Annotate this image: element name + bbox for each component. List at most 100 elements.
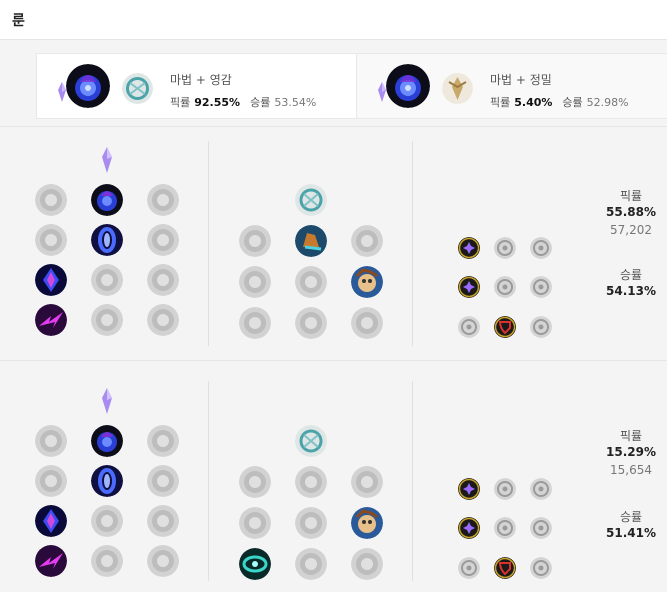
game-count: 15,654	[610, 463, 652, 477]
grey-phase-rush-icon	[147, 184, 179, 216]
grey-summon-aery-icon	[35, 425, 67, 457]
grey-waterwalking-icon	[91, 545, 123, 577]
grey-jack-of-all-trades-icon	[351, 548, 383, 580]
hextech-flashtraption-icon	[239, 548, 271, 580]
grey-time-warp-tonic-icon	[295, 266, 327, 298]
grey-hextech-flashtraption-icon	[239, 466, 271, 498]
cosmic-insight-icon	[351, 507, 383, 539]
win-rate-block: 승률 51.41%	[586, 508, 667, 540]
grey-biscuit-delivery-icon	[239, 307, 271, 339]
armor-shard-icon-active	[494, 557, 516, 579]
inspiration-path-icon	[122, 73, 153, 104]
pick-value: 5.40%	[514, 96, 553, 109]
column-divider	[412, 381, 413, 581]
adaptive-shard-icon	[458, 478, 480, 500]
grey-approach-velocity-icon	[295, 307, 327, 339]
attack-speed-shard-icon	[494, 478, 516, 500]
attack-speed-shard-icon	[494, 237, 516, 259]
tab-name: 마법 + 영감	[170, 73, 232, 87]
health-shard-icon	[458, 316, 480, 338]
grey-jack-of-all-trades-icon	[351, 307, 383, 339]
section-divider	[0, 360, 667, 361]
grey-nimbus-cloak-icon	[147, 224, 179, 256]
pick-value: 15.29%	[606, 445, 656, 459]
magic-resist-shard-icon	[530, 517, 552, 539]
armor-shard-icon	[494, 517, 516, 539]
adaptive-shard-icon	[458, 237, 480, 259]
transcendence-icon	[35, 264, 67, 296]
win-rate-block: 승률 54.13%	[586, 266, 667, 298]
win-label: 승률	[619, 510, 643, 524]
win-value: 53.54%	[274, 96, 317, 109]
manaflow-band-icon	[91, 224, 123, 256]
grey-approach-velocity-icon	[295, 548, 327, 580]
health-shard-icon	[458, 557, 480, 579]
adaptive-shard-icon	[458, 276, 480, 298]
magical-footwear-icon	[295, 225, 327, 257]
grey-nullifying-orb-icon	[35, 224, 67, 256]
win-label: 승률	[619, 268, 643, 282]
arcane-comet-icon	[66, 64, 110, 108]
grey-phase-rush-icon	[147, 425, 179, 457]
magic-resist-shard-icon	[530, 557, 552, 579]
armor-shard-icon	[494, 276, 516, 298]
transcendence-icon	[35, 505, 67, 537]
grey-time-warp-tonic-icon	[295, 507, 327, 539]
tab-stats: 픽률 5.40% 승률 52.98%	[490, 94, 629, 110]
grey-nullifying-orb-icon	[35, 465, 67, 497]
pick-label: 픽률	[619, 189, 643, 203]
pick-label: 픽률	[490, 96, 511, 109]
game-count: 57,202	[610, 223, 652, 237]
column-divider	[412, 141, 413, 346]
arcane-comet-icon	[386, 64, 430, 108]
grey-hextech-flashtraption-icon	[239, 225, 271, 257]
grey-celerity-icon	[91, 505, 123, 537]
ability-haste-shard-icon	[530, 237, 552, 259]
pick-value: 55.88%	[606, 205, 656, 219]
tab-stats: 픽률 92.55% 승률 53.54%	[170, 94, 316, 110]
grey-magical-footwear-icon	[295, 466, 327, 498]
armor-shard-icon-active	[494, 316, 516, 338]
magic-resist-shard-icon	[530, 276, 552, 298]
tab-name: 마법 + 정밀	[490, 73, 552, 87]
pick-label: 픽률	[619, 429, 643, 443]
grey-celerity-icon	[91, 264, 123, 296]
grey-cash-back-icon	[351, 466, 383, 498]
grey-cash-back-icon	[351, 225, 383, 257]
grey-gathering-storm-icon	[147, 304, 179, 336]
win-label: 승률	[562, 96, 583, 109]
sorcery-path-icon	[91, 144, 123, 176]
grey-nimbus-cloak-icon	[147, 465, 179, 497]
scorch-icon	[35, 545, 67, 577]
win-value: 52.98%	[586, 96, 629, 109]
tab-sorcery-precision[interactable]: 마법 + 정밀 픽률 5.40% 승률 52.98%	[357, 54, 667, 118]
pick-rate-block: 픽률 55.88% 57,202	[586, 187, 667, 237]
tab-sorcery-inspiration[interactable]: 마법 + 영감 픽률 92.55% 승률 53.54%	[37, 54, 357, 118]
pick-label: 픽률	[170, 96, 191, 109]
section-divider	[0, 126, 667, 127]
grey-waterwalking-icon	[91, 304, 123, 336]
ability-haste-shard-icon	[530, 478, 552, 500]
win-label: 승률	[250, 96, 271, 109]
inspiration-path-icon	[295, 184, 327, 216]
arcane-comet-icon	[91, 184, 123, 216]
page-title: 룬	[12, 13, 25, 29]
grey-absolute-focus-icon	[147, 505, 179, 537]
win-value: 54.13%	[606, 284, 656, 298]
inspiration-path-icon	[295, 425, 327, 457]
page-header: 룬	[0, 0, 667, 40]
adaptive-shard-icon	[458, 517, 480, 539]
column-divider	[208, 141, 209, 346]
sorcery-path-icon	[91, 385, 123, 417]
grey-triple-tonic-icon	[239, 266, 271, 298]
grey-triple-tonic-icon	[239, 507, 271, 539]
win-value: 51.41%	[606, 526, 656, 540]
column-divider	[208, 381, 209, 581]
pick-value: 92.55%	[194, 96, 241, 109]
precision-path-icon	[442, 73, 473, 104]
grey-absolute-focus-icon	[147, 264, 179, 296]
grey-summon-aery-icon	[35, 184, 67, 216]
manaflow-band-icon	[91, 465, 123, 497]
scorch-icon	[35, 304, 67, 336]
rune-path-tabs: 마법 + 영감 픽률 92.55% 승률 53.54% 마법 + 정밀 픽률 5.40%…	[36, 53, 667, 119]
